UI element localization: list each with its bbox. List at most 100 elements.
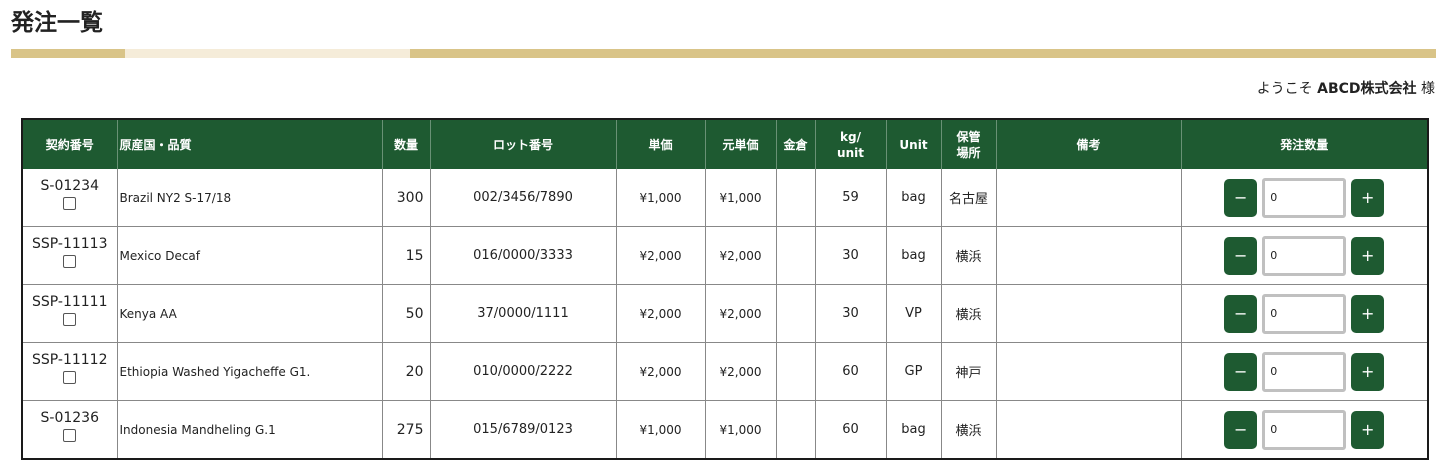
warehouse-cost-cell xyxy=(776,226,816,285)
warehouse-cost-cell xyxy=(776,284,816,343)
order-quantity-input[interactable]: 0 xyxy=(1262,177,1347,218)
order-qty-cell: −0 + xyxy=(1181,284,1429,343)
kg-unit-cell: 30 xyxy=(815,226,887,285)
lot-cell: 015/6789/0123 xyxy=(430,400,617,459)
order-table: 契約番号 原産国・品質 数量 ロット番号 単価 元単価 金倉 kg/unit U… xyxy=(21,118,1429,460)
increment-button[interactable]: + xyxy=(1351,352,1385,391)
lot-cell: 002/3456/7890 xyxy=(430,169,617,227)
decrement-button[interactable]: − xyxy=(1224,410,1258,449)
base-price-cell: ¥2,000 xyxy=(705,226,777,285)
storage-cell: 神戸 xyxy=(941,342,997,401)
origin-cell: Kenya AA xyxy=(117,284,383,343)
header-origin: 原産国・品質 xyxy=(117,119,383,169)
increment-button[interactable]: + xyxy=(1351,236,1385,275)
warehouse-cost-cell xyxy=(776,169,816,227)
header-kg-unit-line1: kg/ xyxy=(840,129,861,144)
contract-cell: S-01236 xyxy=(22,400,118,459)
row-select-checkbox[interactable] xyxy=(63,371,77,384)
quantity-cell: 50 xyxy=(382,284,431,343)
quantity-stepper: −0 + xyxy=(1182,409,1428,450)
welcome-prefix: ようこそ xyxy=(1256,81,1313,97)
warehouse-cost-cell xyxy=(776,342,816,401)
remarks-cell xyxy=(996,400,1182,459)
decrement-button[interactable]: − xyxy=(1224,294,1258,333)
title-underline-segment xyxy=(11,49,125,58)
header-remarks: 備考 xyxy=(996,119,1182,169)
quantity-cell: 20 xyxy=(382,342,431,401)
header-storage-line2: 場所 xyxy=(956,145,981,160)
order-quantity-input[interactable]: 0 xyxy=(1262,351,1347,392)
decrement-button[interactable]: − xyxy=(1224,352,1258,391)
quantity-cell: 275 xyxy=(382,400,431,459)
table-row: S-01234 Brazil NY2 S-17/18 300 002/3456/789… xyxy=(22,169,1429,227)
warehouse-cost-cell xyxy=(776,400,816,459)
header-contract: 契約番号 xyxy=(22,119,118,169)
increment-button[interactable]: + xyxy=(1351,410,1385,449)
quantity-stepper: −0 + xyxy=(1182,235,1428,276)
table-header-row: 契約番号 原産国・品質 数量 ロット番号 単価 元単価 金倉 kg/unit U… xyxy=(22,119,1429,169)
kg-unit-cell: 60 xyxy=(815,342,887,401)
decrement-button[interactable]: − xyxy=(1224,178,1258,217)
order-quantity-input[interactable]: 0 xyxy=(1262,409,1347,450)
unit-cell: bag xyxy=(886,169,942,227)
table-row: SSP-11112 Ethiopia Washed Yigacheffe G1. 2… xyxy=(22,342,1429,401)
quantity-stepper: −0 + xyxy=(1182,293,1428,334)
increment-button[interactable]: + xyxy=(1351,294,1385,333)
quantity-stepper: −0 + xyxy=(1182,351,1428,392)
unit-price-cell: ¥2,000 xyxy=(616,342,706,401)
contract-number: SSP-11111 xyxy=(32,294,108,310)
row-select-checkbox[interactable] xyxy=(63,313,77,326)
contract-cell: SSP-11113 xyxy=(22,226,118,285)
unit-cell: bag xyxy=(886,226,942,285)
contract-number: SSP-11112 xyxy=(32,352,108,368)
order-qty-cell: −0 + xyxy=(1181,226,1429,285)
company-name: ABCD株式会社 xyxy=(1317,81,1417,97)
storage-cell: 横浜 xyxy=(941,226,997,285)
remarks-cell xyxy=(996,169,1182,227)
contract-number: S-01234 xyxy=(40,178,99,194)
table-row: SSP-11111 Kenya AA 50 37/0000/1111 ¥2,000 ¥2,… xyxy=(22,284,1429,343)
contract-cell: SSP-11112 xyxy=(22,342,118,401)
table-row: SSP-11113 Mexico Decaf 15 016/0000/3333 ¥2,0… xyxy=(22,226,1429,285)
order-qty-cell: −0 + xyxy=(1181,342,1429,401)
row-select-checkbox[interactable] xyxy=(63,255,77,268)
order-quantity-input[interactable]: 0 xyxy=(1262,293,1347,334)
kg-unit-cell: 60 xyxy=(815,400,887,459)
header-warehouse-cost: 金倉 xyxy=(776,119,816,169)
lot-cell: 010/0000/2222 xyxy=(430,342,617,401)
header-lot: ロット番号 xyxy=(430,119,617,169)
header-kg-unit-line2: unit xyxy=(837,145,864,160)
unit-cell: VP xyxy=(886,284,942,343)
unit-cell: bag xyxy=(886,400,942,459)
order-quantity-input[interactable]: 0 xyxy=(1262,235,1347,276)
base-price-cell: ¥2,000 xyxy=(705,342,777,401)
header-order-qty: 発注数量 xyxy=(1181,119,1429,169)
origin-cell: Ethiopia Washed Yigacheffe G1. xyxy=(117,342,383,401)
increment-button[interactable]: + xyxy=(1351,178,1385,217)
unit-cell: GP xyxy=(886,342,942,401)
unit-price-cell: ¥1,000 xyxy=(616,169,706,227)
storage-cell: 名古屋 xyxy=(941,169,997,227)
welcome-message: ようこそ ABCD株式会社 様 xyxy=(1257,79,1435,99)
remarks-cell xyxy=(996,284,1182,343)
row-select-checkbox[interactable] xyxy=(63,429,77,442)
storage-cell: 横浜 xyxy=(941,284,997,343)
title-underline-segment xyxy=(125,49,410,58)
quantity-cell: 15 xyxy=(382,226,431,285)
base-price-cell: ¥2,000 xyxy=(705,284,777,343)
title-underline-segment xyxy=(410,49,1436,58)
lot-cell: 37/0000/1111 xyxy=(430,284,617,343)
header-quantity: 数量 xyxy=(382,119,431,169)
order-qty-cell: −0 + xyxy=(1181,400,1429,459)
unit-price-cell: ¥1,000 xyxy=(616,400,706,459)
quantity-stepper: −0 + xyxy=(1182,177,1428,218)
title-underline xyxy=(11,49,1436,58)
header-unit: Unit xyxy=(886,119,942,169)
base-price-cell: ¥1,000 xyxy=(705,400,777,459)
page-title: 発注一覧 xyxy=(11,10,103,36)
row-select-checkbox[interactable] xyxy=(63,197,77,210)
decrement-button[interactable]: − xyxy=(1224,236,1258,275)
storage-cell: 横浜 xyxy=(941,400,997,459)
table-row: S-01236 Indonesia Mandheling G.1 275 015/67… xyxy=(22,400,1429,459)
contract-number: SSP-11113 xyxy=(32,236,108,252)
